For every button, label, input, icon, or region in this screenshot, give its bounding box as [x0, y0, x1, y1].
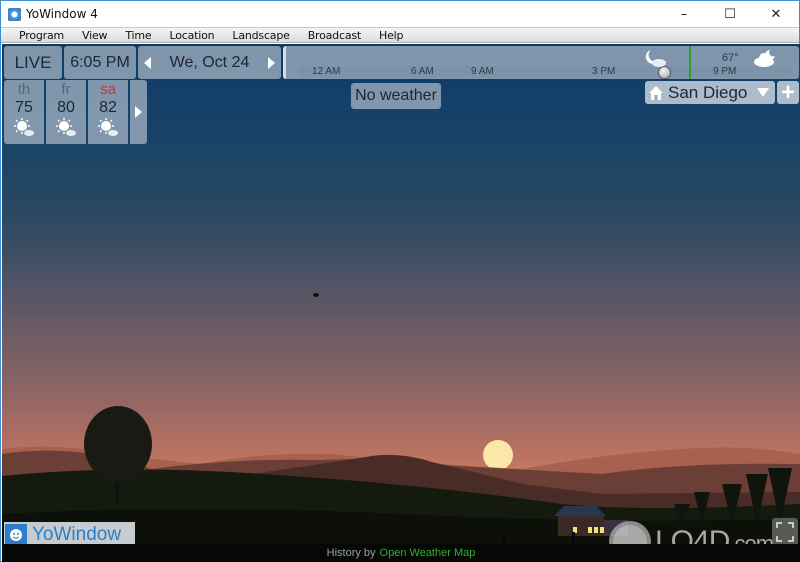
- brand-name: YoWindow: [32, 523, 122, 545]
- menu-help[interactable]: Help: [370, 29, 412, 42]
- chevron-right-icon: [135, 106, 142, 118]
- menu-landscape[interactable]: Landscape: [223, 29, 298, 42]
- yowindow-logo-icon: [5, 523, 27, 546]
- sunny-cloud-icon: [98, 118, 118, 136]
- forecast-more-button[interactable]: [130, 80, 147, 144]
- title-bar: YoWindow 4 – ☐ ✕: [1, 1, 799, 27]
- weather-scene: LIVE 6:05 PM We, Oct 24 12 AM 6 AM 9 AM …: [2, 44, 800, 562]
- close-button[interactable]: ✕: [753, 1, 799, 27]
- forecast-day-name: sa: [100, 81, 116, 98]
- tick-label: 6 AM: [411, 66, 434, 77]
- credits-prefix: History by: [326, 547, 376, 559]
- prev-day-arrow-icon[interactable]: [144, 56, 151, 69]
- forecast-temp: 82: [99, 99, 117, 116]
- dropdown-caret-icon: [757, 88, 769, 97]
- forecast-day[interactable]: th 75: [4, 80, 44, 144]
- no-weather-badge[interactable]: No weather: [351, 83, 441, 109]
- forecast-day[interactable]: fr 80: [46, 80, 86, 144]
- time-display[interactable]: 6:05 PM: [64, 46, 136, 79]
- maximize-button[interactable]: ☐: [707, 1, 753, 27]
- sunny-cloud-icon: [56, 118, 76, 136]
- time-slider-knob[interactable]: [658, 66, 671, 79]
- timeline-bar[interactable]: 12 AM 6 AM 9 AM 3 PM 9 PM 67°: [283, 46, 799, 79]
- expand-icon: [776, 522, 794, 542]
- tick-label: 9 PM: [713, 66, 737, 77]
- moon-cloud-icon: [645, 50, 666, 67]
- home-icon: [649, 85, 663, 100]
- forecast-day-name: th: [17, 81, 31, 98]
- tick-label: 9 AM: [471, 66, 494, 77]
- menu-time[interactable]: Time: [116, 29, 160, 42]
- sun: [483, 440, 513, 470]
- menu-program[interactable]: Program: [10, 29, 73, 42]
- fullscreen-button[interactable]: [772, 518, 798, 546]
- menu-bar: Program View Time Location Landscape Bro…: [1, 27, 799, 43]
- menu-broadcast[interactable]: Broadcast: [299, 29, 370, 42]
- live-button[interactable]: LIVE: [4, 46, 62, 79]
- date-navigator: We, Oct 24: [138, 46, 281, 79]
- forecast-temp: 80: [57, 99, 75, 116]
- next-day-arrow-icon[interactable]: [267, 56, 275, 69]
- tick-label: 12 AM: [312, 66, 341, 77]
- temperature-label: 67°: [722, 52, 739, 64]
- footer-credits: History by Open Weather Map: [2, 544, 800, 562]
- window-title: YoWindow 4: [26, 7, 98, 21]
- app-window: YoWindow 4 – ☐ ✕ Program View Time Locat…: [0, 0, 800, 562]
- forecast-temp: 75: [15, 99, 33, 116]
- app-icon: [8, 7, 21, 21]
- tree-canopy: [84, 406, 152, 482]
- minimize-button[interactable]: –: [661, 1, 707, 27]
- bird: [313, 293, 319, 297]
- menu-view[interactable]: View: [73, 29, 116, 42]
- forecast-day[interactable]: sa 82: [88, 80, 128, 144]
- forecast-panel: th 75 fr 80 sa 82: [4, 80, 147, 144]
- location-selector[interactable]: San Diego: [645, 81, 775, 104]
- forecast-day-name: fr: [61, 81, 71, 98]
- date-label: We, Oct 24: [169, 53, 250, 71]
- open-weather-map-link[interactable]: Open Weather Map: [380, 547, 476, 559]
- cloud-moon-icon: [754, 50, 775, 67]
- add-location-button[interactable]: +: [777, 80, 799, 104]
- location-name: San Diego: [668, 82, 748, 102]
- sunny-cloud-icon: [14, 118, 34, 136]
- current-time-marker: [689, 46, 691, 79]
- tick-label: 3 PM: [592, 66, 616, 77]
- menu-location[interactable]: Location: [160, 29, 223, 42]
